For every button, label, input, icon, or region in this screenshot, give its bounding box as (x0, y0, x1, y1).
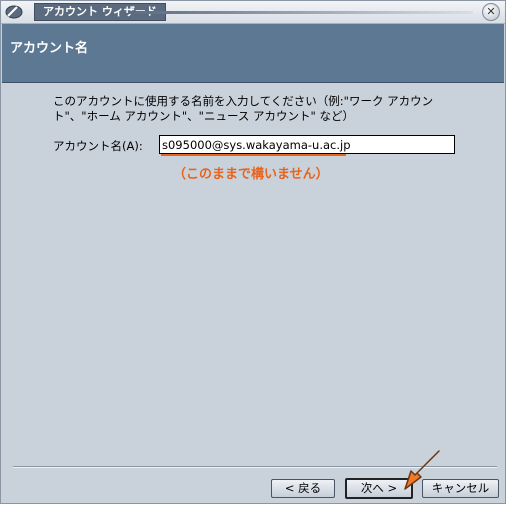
account-wizard-window: アカウント ウィザード ✕ アカウント名 このアカウントに使用する名前を入力して… (0, 0, 506, 504)
title-bar-stripe (129, 11, 473, 14)
title-bar[interactable]: アカウント ウィザード ✕ (1, 1, 505, 24)
arrow-pointer-icon (404, 450, 440, 490)
account-name-label: アカウント名(A): (53, 139, 143, 153)
page-title: アカウント名 (10, 41, 89, 56)
instruction-text: このアカウントに使用する名前を入力してください（例:"ワーク アカウント"、"ホ… (53, 94, 434, 123)
close-icon[interactable]: ✕ (482, 3, 500, 21)
app-icon (5, 5, 23, 19)
account-name-input[interactable] (159, 135, 455, 154)
annotation-underline (161, 154, 346, 156)
annotation-note: （このままで構いません） (173, 167, 329, 182)
wizard-header: アカウント名 (2, 24, 504, 83)
back-button[interactable]: < 戻る (271, 479, 335, 498)
